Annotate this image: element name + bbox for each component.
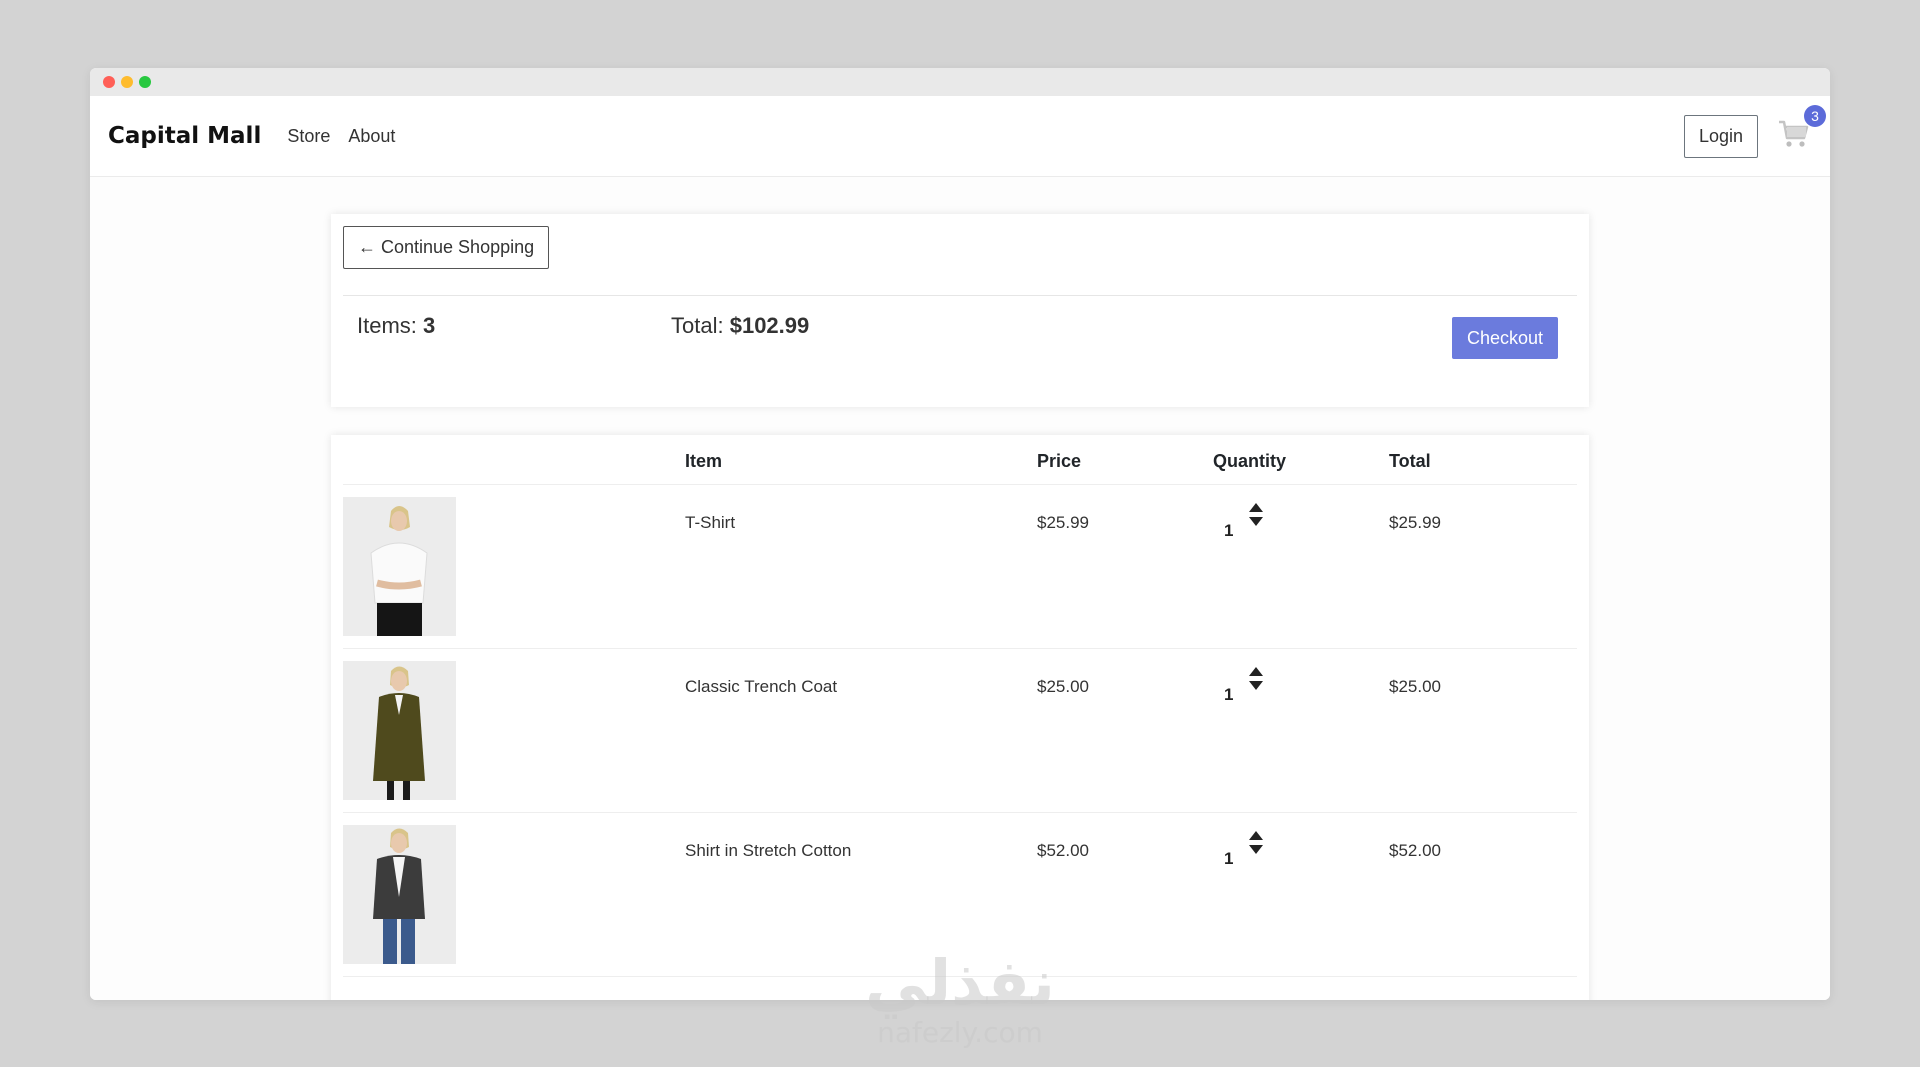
total-label: Total: <box>671 313 724 338</box>
quantity-stepper <box>1249 503 1263 531</box>
product-image-trench-coat[interactable] <box>343 661 456 800</box>
increase-quantity-icon[interactable] <box>1249 667 1263 676</box>
items-value: 3 <box>423 313 436 338</box>
product-photo <box>343 661 456 800</box>
table-header: Item Price Quantity Total <box>331 435 1589 485</box>
increase-quantity-icon[interactable] <box>1249 503 1263 512</box>
shopping-cart-icon <box>1779 120 1809 147</box>
brand-logo[interactable]: Capital Mall <box>108 123 261 149</box>
browser-window: Capital Mall Store About Login 3 ← Conti… <box>90 68 1830 1000</box>
item-total: $25.00 <box>1389 677 1441 696</box>
decrease-quantity-icon[interactable] <box>1249 845 1263 854</box>
product-photo <box>343 497 456 636</box>
quantity-stepper <box>1249 831 1263 859</box>
total-value: $102.99 <box>729 313 810 338</box>
summary-divider <box>343 295 1577 296</box>
navbar-right: Login 3 <box>1683 105 1826 158</box>
item-quantity: 1 <box>1224 521 1234 540</box>
table-row: Shirt in Stretch Cotton $52.00 1 $52.00 <box>331 813 1589 977</box>
item-price: $52.00 <box>1037 841 1089 860</box>
column-header-item: Item <box>685 451 723 471</box>
cart-summary-card: ← Continue Shopping Items: 3 Total: $102… <box>331 214 1589 407</box>
cart-page: ← Continue Shopping Items: 3 Total: $102… <box>90 177 1830 1000</box>
product-image-tshirt[interactable] <box>343 497 456 636</box>
nav-link-about[interactable]: About <box>348 126 395 147</box>
item-name: Classic Trench Coat <box>685 677 838 696</box>
cart-total: Total: $102.99 <box>671 313 809 339</box>
nav-link-store[interactable]: Store <box>287 126 330 147</box>
navbar: Capital Mall Store About Login 3 <box>90 96 1830 177</box>
table-row: Classic Trench Coat $25.00 1 $25.00 <box>331 649 1589 813</box>
decrease-quantity-icon[interactable] <box>1249 517 1263 526</box>
item-name: T-Shirt <box>685 513 736 532</box>
minimize-window-dot[interactable] <box>121 76 133 88</box>
watermark-latin: nafezly.com <box>877 1016 1043 1049</box>
item-quantity: 1 <box>1224 685 1234 704</box>
column-header-price: Price <box>1037 451 1082 471</box>
product-photo <box>343 825 456 964</box>
items-count: Items: 3 <box>357 313 435 339</box>
column-header-total: Total <box>1389 451 1431 471</box>
increase-quantity-icon[interactable] <box>1249 831 1263 840</box>
column-header-quantity: Quantity <box>1213 451 1287 471</box>
row-divider <box>343 976 1577 977</box>
continue-shopping-button[interactable]: ← Continue Shopping <box>343 226 550 269</box>
close-window-dot[interactable] <box>103 76 115 88</box>
maximize-window-dot[interactable] <box>139 76 151 88</box>
quantity-stepper <box>1249 667 1263 695</box>
item-total: $25.99 <box>1389 513 1441 532</box>
login-button[interactable]: Login <box>1683 114 1758 158</box>
window-titlebar <box>90 68 1830 96</box>
checkout-button[interactable]: Checkout <box>1451 317 1558 359</box>
item-price: $25.99 <box>1037 513 1089 532</box>
cart-items-table: Item Price Quantity Total T-Shirt $25.99… <box>331 435 1589 1000</box>
cart-count-badge: 3 <box>1804 105 1826 127</box>
item-quantity: 1 <box>1224 849 1234 868</box>
items-label: Items: <box>357 313 417 338</box>
cart-button[interactable]: 3 <box>1778 105 1826 153</box>
table-row: T-Shirt $25.99 1 $25.99 <box>331 485 1589 649</box>
item-price: $25.00 <box>1037 677 1089 696</box>
item-name: Shirt in Stretch Cotton <box>685 841 852 860</box>
item-total: $52.00 <box>1389 841 1441 860</box>
decrease-quantity-icon[interactable] <box>1249 681 1263 690</box>
product-image-stretch-cotton-shirt[interactable] <box>343 825 456 964</box>
